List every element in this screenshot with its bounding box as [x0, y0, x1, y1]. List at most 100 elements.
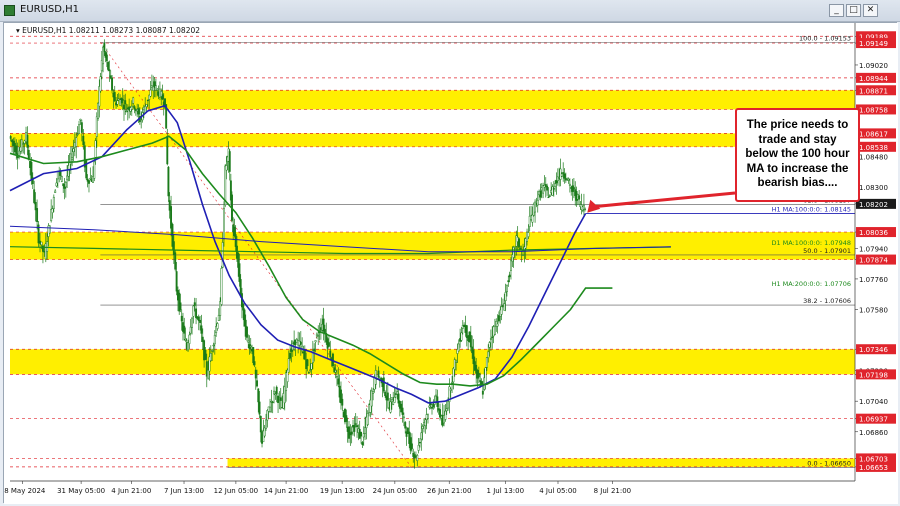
candle-body	[362, 433, 365, 438]
candle-body	[563, 173, 566, 179]
candle-body	[382, 377, 385, 392]
candle-body	[39, 240, 41, 244]
candle-body	[103, 43, 106, 53]
candle-body	[265, 419, 267, 429]
candle-body	[72, 148, 75, 152]
candle-body	[401, 407, 404, 415]
candle-body	[211, 350, 214, 352]
candle-body	[256, 380, 258, 387]
candle-body	[554, 183, 557, 187]
candle-body	[146, 99, 149, 102]
candle-body	[167, 166, 170, 197]
candle-body	[195, 308, 198, 319]
candle-body	[94, 140, 97, 158]
candle-body	[93, 161, 96, 179]
support-resistance-zone	[10, 90, 855, 110]
price-axis-label: 1.07874	[859, 257, 888, 265]
chart-area[interactable]: ▾ EURUSD,H1 1.08211 1.08273 1.08087 1.08…	[3, 22, 898, 504]
candle-body	[360, 431, 363, 437]
candle-body	[204, 349, 207, 360]
candle-body	[30, 161, 33, 180]
candle-body	[113, 92, 116, 102]
time-axis-label: 12 Jun 05:00	[214, 487, 258, 495]
price-axis-label: 1.08871	[859, 87, 888, 95]
candle-body	[317, 335, 320, 337]
candle-body	[85, 159, 88, 179]
candle-body	[125, 110, 128, 113]
candle-body	[209, 353, 212, 361]
price-axis-label: 1.06937	[859, 416, 888, 424]
candle-body	[491, 336, 494, 338]
candle-body	[55, 182, 58, 187]
candle-body	[80, 122, 83, 133]
close-button[interactable]: ✕	[863, 4, 878, 17]
candle-body	[64, 182, 67, 188]
candle-body	[527, 232, 530, 237]
candle-body	[584, 208, 586, 210]
candle-body	[124, 100, 127, 105]
annotation-text: The price needs to trade and stay below …	[745, 119, 850, 189]
candle-body	[234, 234, 237, 247]
time-axis-label: 24 Jun 05:00	[373, 487, 417, 495]
candle-body	[306, 359, 309, 367]
candle-body	[364, 427, 367, 434]
candle-body	[506, 284, 508, 293]
candle-body	[444, 410, 447, 420]
chart-symbol: ▾ EURUSD,H1 1.08211 1.08273 1.08087 1.08…	[16, 26, 200, 35]
candle-body	[435, 394, 437, 397]
candle-body	[539, 190, 542, 198]
candle-body	[223, 207, 225, 240]
candle-body	[184, 339, 187, 341]
candle-body	[552, 188, 555, 190]
candle-body	[259, 416, 262, 433]
candle-body	[105, 54, 108, 62]
minimize-button[interactable]: _	[829, 4, 844, 17]
candle-body	[445, 408, 448, 412]
candle-body	[410, 443, 413, 449]
candle-body	[20, 139, 23, 152]
candle-body	[455, 360, 458, 363]
candle-body	[121, 99, 124, 101]
candle-body	[246, 326, 248, 338]
candle-body	[548, 195, 551, 197]
annotation-box: The price needs to trade and stay below …	[735, 108, 860, 202]
window-titlebar[interactable]: EURUSD,H1 _ □ ✕	[0, 0, 900, 22]
window-title: EURUSD,H1	[20, 4, 80, 15]
candle-body	[451, 381, 454, 384]
candle-body	[221, 242, 224, 268]
candle-body	[424, 419, 427, 427]
time-axis-label: 31 May 05:00	[57, 487, 105, 495]
candle-body	[469, 335, 472, 348]
candle-body	[337, 378, 340, 385]
candle-body	[562, 172, 565, 174]
candle-body	[496, 323, 499, 327]
candle-body	[212, 344, 215, 347]
candle-body	[52, 196, 55, 209]
candle-body	[254, 369, 257, 379]
candle-body	[323, 328, 326, 334]
candle-body	[420, 432, 423, 440]
candle-body	[116, 100, 119, 105]
candle-body	[46, 241, 49, 252]
maximize-button[interactable]: □	[846, 4, 861, 17]
candle-body	[266, 410, 269, 421]
candle-body	[107, 61, 110, 70]
candle-body	[531, 214, 534, 223]
candle-body	[377, 370, 380, 378]
candle-body	[89, 177, 92, 180]
candle-body	[156, 88, 159, 91]
candle-body	[536, 199, 539, 206]
candle-body	[133, 106, 136, 110]
candle-body	[313, 348, 316, 352]
candle-body	[504, 291, 507, 301]
price-chart[interactable]: ▾ EURUSD,H1 1.08211 1.08273 1.08087 1.08…	[4, 23, 898, 504]
candle-body	[9, 136, 12, 139]
candle-body	[132, 97, 135, 104]
ma-label: H1 MA:100:0:0: 1.08145	[772, 206, 851, 214]
candle-body	[79, 118, 82, 121]
price-axis-label: 1.06653	[859, 464, 888, 472]
time-axis-label: 7 Jun 13:00	[164, 487, 204, 495]
candle-body	[238, 263, 241, 282]
candle-body	[389, 401, 392, 413]
candle-body	[34, 202, 37, 211]
